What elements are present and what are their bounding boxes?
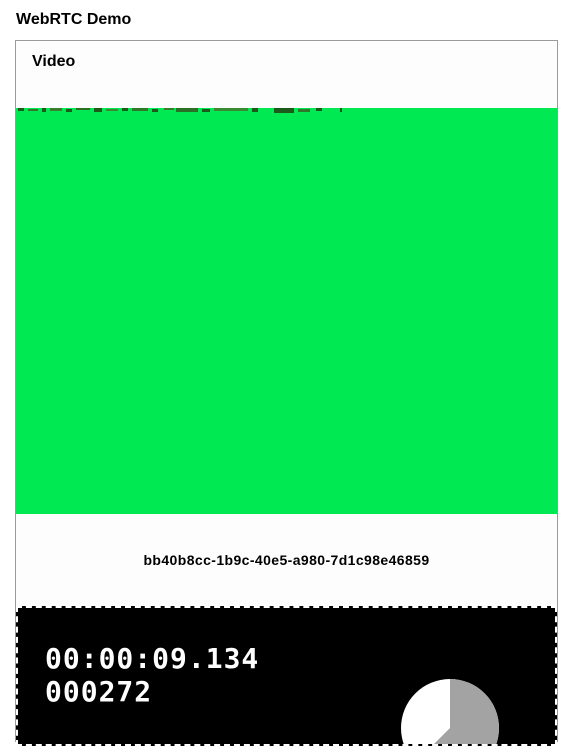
- session-id: bb40b8cc-1b9c-40e5-a980-7d1c98e46859: [143, 552, 430, 568]
- video-player[interactable]: [16, 108, 557, 514]
- video-panel: Video bb40b8cc-1b9c-40e5-a980-7d1c98e468: [15, 40, 558, 746]
- stats-overlay: 00:00:09.134 000272: [16, 606, 557, 746]
- elapsed-timer: 00:00:09.134: [45, 642, 260, 675]
- panel-title: Video: [32, 53, 76, 70]
- video-decode-artifacts: [18, 108, 342, 113]
- frame-counter: 000272: [45, 675, 153, 708]
- app-title: WebRTC Demo: [16, 11, 132, 28]
